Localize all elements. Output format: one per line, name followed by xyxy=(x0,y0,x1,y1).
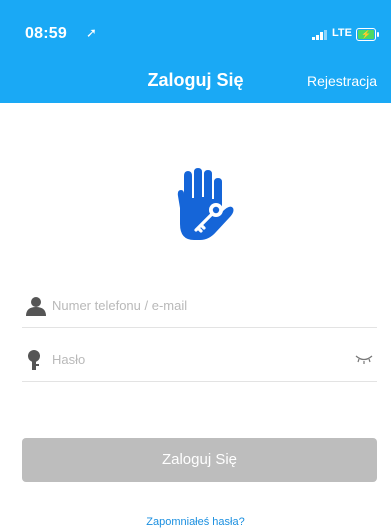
location-arrow-icon: ➚ xyxy=(86,25,97,40)
battery-icon: ⚡ xyxy=(356,28,379,41)
eye-closed-icon[interactable] xyxy=(355,353,373,365)
key-icon xyxy=(28,350,40,370)
register-link[interactable]: Rejestracja xyxy=(307,73,377,89)
username-field xyxy=(22,283,377,328)
forgot-password-link[interactable]: Zapomniałeś hasła? xyxy=(0,516,391,528)
status-time: 08:59 xyxy=(25,25,67,42)
network-type: LTE xyxy=(332,27,352,39)
top-bar: 08:59 ➚ LTE ⚡ Zaloguj Się Rejestracja xyxy=(0,0,391,103)
person-icon xyxy=(26,297,46,316)
signal-icon xyxy=(312,30,327,40)
password-input[interactable] xyxy=(52,346,342,372)
password-field xyxy=(22,337,377,382)
login-button[interactable]: Zaloguj Się xyxy=(22,438,377,482)
username-input[interactable] xyxy=(52,292,342,318)
status-bar: 08:59 ➚ LTE ⚡ xyxy=(0,0,391,52)
hand-key-icon xyxy=(177,168,234,240)
